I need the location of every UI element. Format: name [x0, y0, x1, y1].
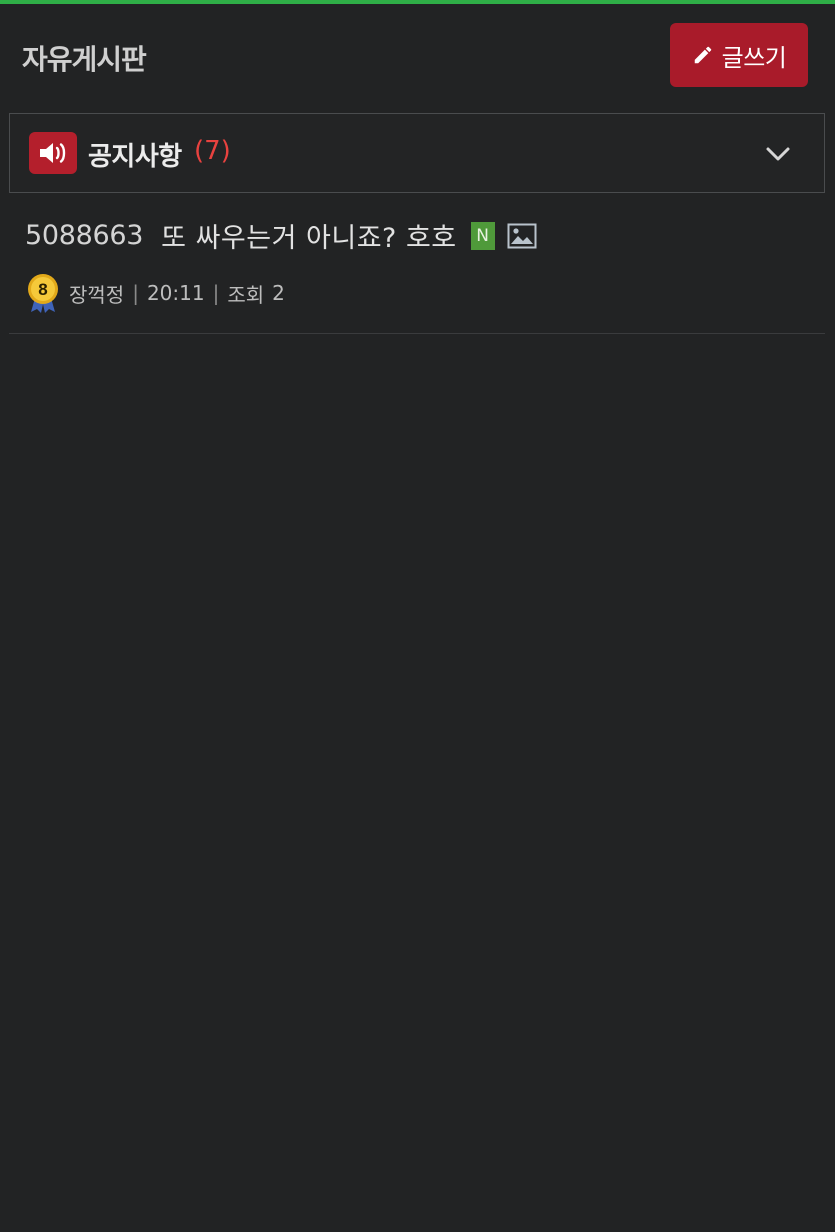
- post-title[interactable]: 또 싸우는거 아니죠? 호호: [161, 216, 456, 255]
- write-post-label: 글쓰기: [721, 43, 787, 72]
- post-meta: 8 장꺽정 | 20:11 | 조회 2: [25, 272, 285, 314]
- post-list-item[interactable]: 5088663 또 싸우는거 아니죠? 호호 N 8 장꺽정 | 20:11 |…: [9, 194, 825, 334]
- meta-separator: |: [212, 281, 220, 305]
- notice-count: (7): [194, 136, 231, 166]
- board-header: 자유게시판 글쓰기: [0, 4, 835, 108]
- post-time: 20:11: [146, 281, 205, 305]
- meta-separator: |: [132, 281, 139, 305]
- new-badge: N: [470, 221, 495, 250]
- image-icon: [507, 223, 537, 248]
- speaker-icon: [29, 132, 77, 174]
- views-count: 2: [272, 281, 285, 305]
- post-title-line[interactable]: 5088663 또 싸우는거 아니죠? 호호 N: [25, 216, 537, 255]
- level-number: 8: [38, 280, 47, 299]
- page-title: 자유게시판: [22, 43, 147, 76]
- level-medal-icon: 8: [28, 274, 58, 313]
- chevron-down-icon[interactable]: [762, 138, 794, 170]
- notice-label: 공지사항: [88, 142, 182, 172]
- write-post-button[interactable]: 글쓰기: [670, 23, 808, 87]
- post-number: 5088663: [25, 220, 144, 251]
- pencil-icon: [694, 46, 711, 64]
- notice-toggle[interactable]: 공지사항 (7): [9, 113, 825, 193]
- author-name[interactable]: 장꺽정: [69, 279, 124, 308]
- views-label: 조회: [227, 282, 265, 307]
